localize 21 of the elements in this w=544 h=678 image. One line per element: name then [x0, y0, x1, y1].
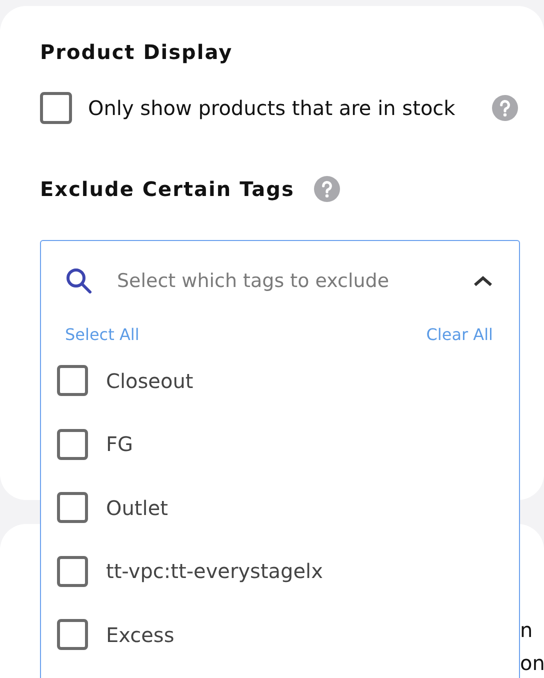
select-all-link[interactable]: Select All [65, 325, 140, 344]
section-title: Product Display [40, 40, 234, 64]
clear-all-link[interactable]: Clear All [426, 325, 493, 344]
tag-label: tt-vpc:tt-everystagelx [106, 559, 323, 584]
tag-label: Outlet [106, 496, 168, 520]
tag-label: FG [106, 432, 134, 456]
search-field[interactable]: Select which tags to exclude [115, 269, 473, 293]
checkbox[interactable] [40, 92, 72, 124]
checkbox[interactable] [57, 492, 88, 524]
section-title: Exclude Certain Tags [40, 177, 294, 201]
checkbox[interactable] [57, 556, 88, 587]
tag-label: Excess [106, 622, 174, 647]
search-icon [65, 267, 93, 295]
checkbox[interactable] [57, 619, 88, 650]
chevron-up-icon[interactable] [473, 275, 493, 287]
body-text: on [520, 651, 544, 676]
body-text: n [520, 618, 534, 643]
checkbox-label: Only show products that are in stock [88, 96, 456, 120]
checkbox[interactable] [57, 428, 88, 460]
checkbox[interactable] [57, 365, 88, 396]
tag-label: Closeout [106, 368, 194, 393]
